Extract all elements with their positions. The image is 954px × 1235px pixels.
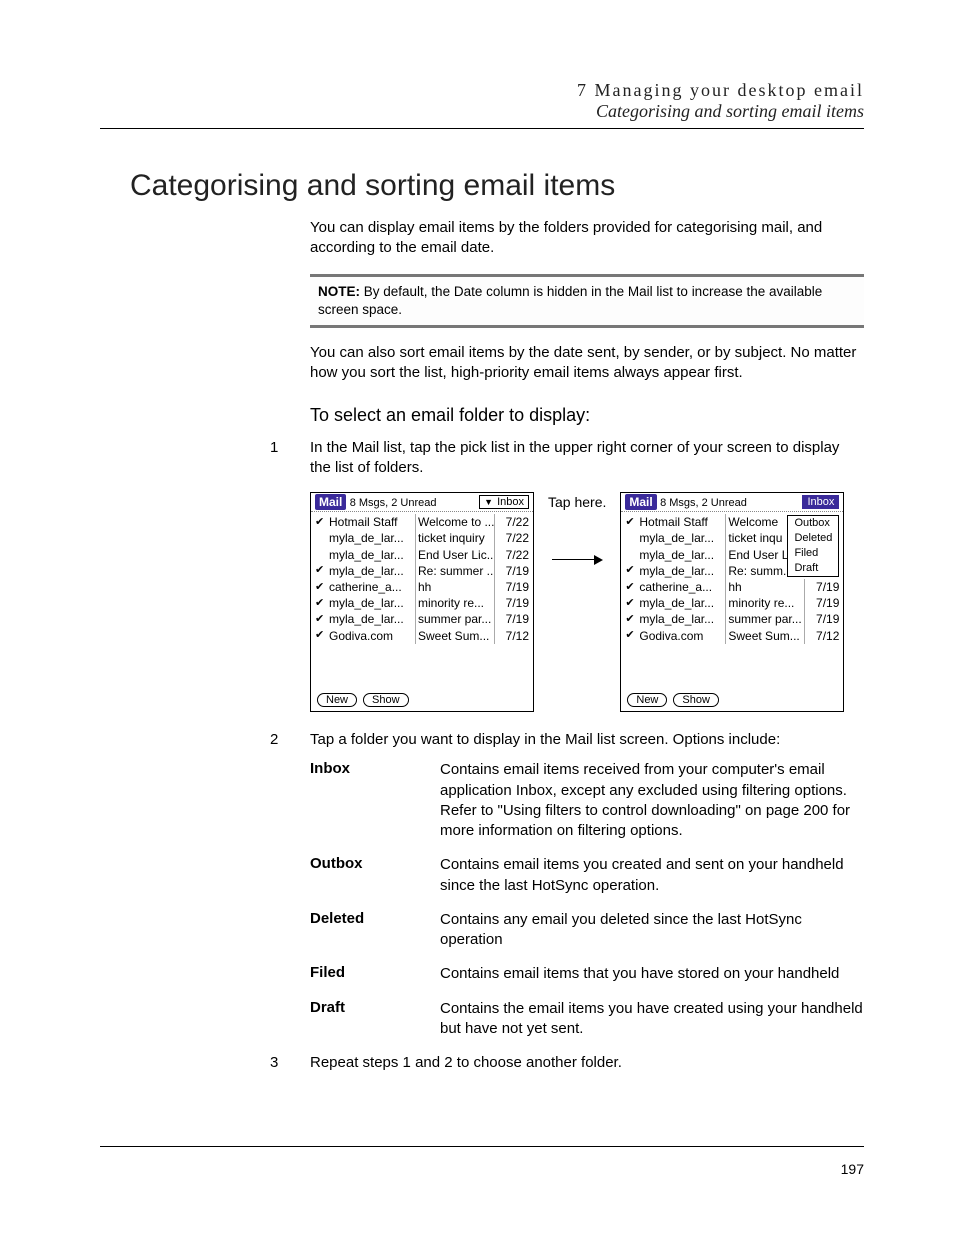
note-label: NOTE: (318, 284, 360, 299)
list-item: myla_de_lar...End User Lic...7/22 (315, 547, 529, 563)
list-item: ✔myla_de_lar...minority re...7/19 (315, 595, 529, 611)
list-item: ✔myla_de_lar...minority re...7/19 (625, 595, 839, 611)
list-item: ✔Hotmail StaffWelcome to ...7/22 (315, 514, 529, 530)
dropdown-item[interactable]: Outbox (788, 516, 838, 531)
picklist-value: Inbox (807, 496, 834, 508)
step-number: 2 (270, 730, 278, 750)
note-text: By default, the Date column is hidden in… (318, 284, 822, 317)
chapter-label: 7 Managing your desktop email (100, 80, 864, 101)
list-item: ✔catherine_a...hh7/19 (625, 579, 839, 595)
list-item: ✔myla_de_lar...summer par...7/19 (315, 611, 529, 627)
dropdown-item[interactable]: Deleted (788, 531, 838, 546)
definition-item: Outbox Contains email items you created … (310, 855, 864, 896)
header-rule (100, 128, 864, 129)
list-item: ✔myla_de_lar...Re: summer ...7/19 (315, 563, 529, 579)
mail-screen-open: Mail 8 Msgs, 2 Unread Inbox Outbox Delet… (620, 492, 844, 712)
list-item: ✔myla_de_lar...summer par...7/19 (625, 611, 839, 627)
list-item: ✔Godiva.comSweet Sum...7/12 (315, 628, 529, 644)
definition-term: Draft (310, 999, 440, 1040)
list-item: myla_de_lar...ticket inquiry7/22 (315, 530, 529, 546)
procedure-heading: To select an email folder to display: (310, 403, 864, 427)
mail-list: ✔Hotmail StaffWelcome to ...7/22 myla_de… (311, 512, 533, 646)
show-button[interactable]: Show (673, 693, 719, 707)
list-item: ✔catherine_a...hh7/19 (315, 579, 529, 595)
show-button[interactable]: Show (363, 693, 409, 707)
folder-dropdown: Outbox Deleted Filed Draft (787, 515, 839, 576)
mail-count-label: 8 Msgs, 2 Unread (350, 497, 437, 509)
step-number: 3 (270, 1053, 278, 1073)
mail-screen-closed: Mail 8 Msgs, 2 Unread ▼ Inbox ✔Hotmail S… (310, 492, 534, 712)
new-button[interactable]: New (317, 693, 357, 707)
definition-term: Filed (310, 964, 440, 984)
definition-term: Outbox (310, 855, 440, 896)
definition-desc: Contains any email you deleted since the… (440, 910, 864, 951)
step-text: In the Mail list, tap the pick list in t… (310, 439, 839, 476)
step-number: 1 (270, 438, 278, 458)
arrow-icon (552, 550, 603, 568)
note-box: NOTE: By default, the Date column is hid… (310, 274, 864, 328)
page-number: 197 (841, 1161, 864, 1177)
app-title: Mail (625, 494, 656, 510)
definition-item: Filed Contains email items that you have… (310, 964, 864, 984)
dropdown-item[interactable]: Filed (788, 546, 838, 561)
definition-item: Inbox Contains email items received from… (310, 760, 864, 841)
footer-rule (100, 1146, 864, 1147)
definitions-list: Inbox Contains email items received from… (310, 760, 864, 1039)
chapter-subtitle: Categorising and sorting email items (100, 101, 864, 122)
intro-paragraph-1: You can display email items by the folde… (310, 218, 864, 259)
definition-term: Inbox (310, 760, 440, 841)
definition-desc: Contains the email items you have create… (440, 999, 864, 1040)
definition-item: Deleted Contains any email you deleted s… (310, 910, 864, 951)
definition-term: Deleted (310, 910, 440, 951)
step-1: 1 In the Mail list, tap the pick list in… (100, 438, 864, 479)
section-title: Categorising and sorting email items (130, 169, 864, 203)
definition-desc: Contains email items you created and sen… (440, 855, 864, 896)
list-item: ✔Godiva.comSweet Sum...7/12 (625, 628, 839, 644)
intro-paragraph-2: You can also sort email items by the dat… (310, 343, 864, 384)
picklist-value: Inbox (497, 496, 524, 508)
folder-picklist[interactable]: ▼ Inbox (479, 495, 529, 509)
folder-picklist-open[interactable]: Inbox (802, 495, 839, 509)
step-text: Repeat steps 1 and 2 to choose another f… (310, 1054, 622, 1071)
screenshots-row: Mail 8 Msgs, 2 Unread ▼ Inbox ✔Hotmail S… (310, 492, 864, 712)
step-text: Tap a folder you want to display in the … (310, 731, 780, 748)
mail-count-label: 8 Msgs, 2 Unread (660, 497, 747, 509)
definition-desc: Contains email items that you have store… (440, 964, 864, 984)
step-2: 2 Tap a folder you want to display in th… (100, 730, 864, 750)
step-3: 3 Repeat steps 1 and 2 to choose another… (100, 1053, 864, 1073)
definition-item: Draft Contains the email items you have … (310, 999, 864, 1040)
dropdown-item[interactable]: Draft (788, 561, 838, 576)
callout-label: Tap here. (548, 494, 606, 510)
new-button[interactable]: New (627, 693, 667, 707)
dropdown-arrow-icon: ▼ (484, 497, 493, 507)
definition-desc: Contains email items received from your … (440, 760, 864, 841)
app-title: Mail (315, 494, 346, 510)
